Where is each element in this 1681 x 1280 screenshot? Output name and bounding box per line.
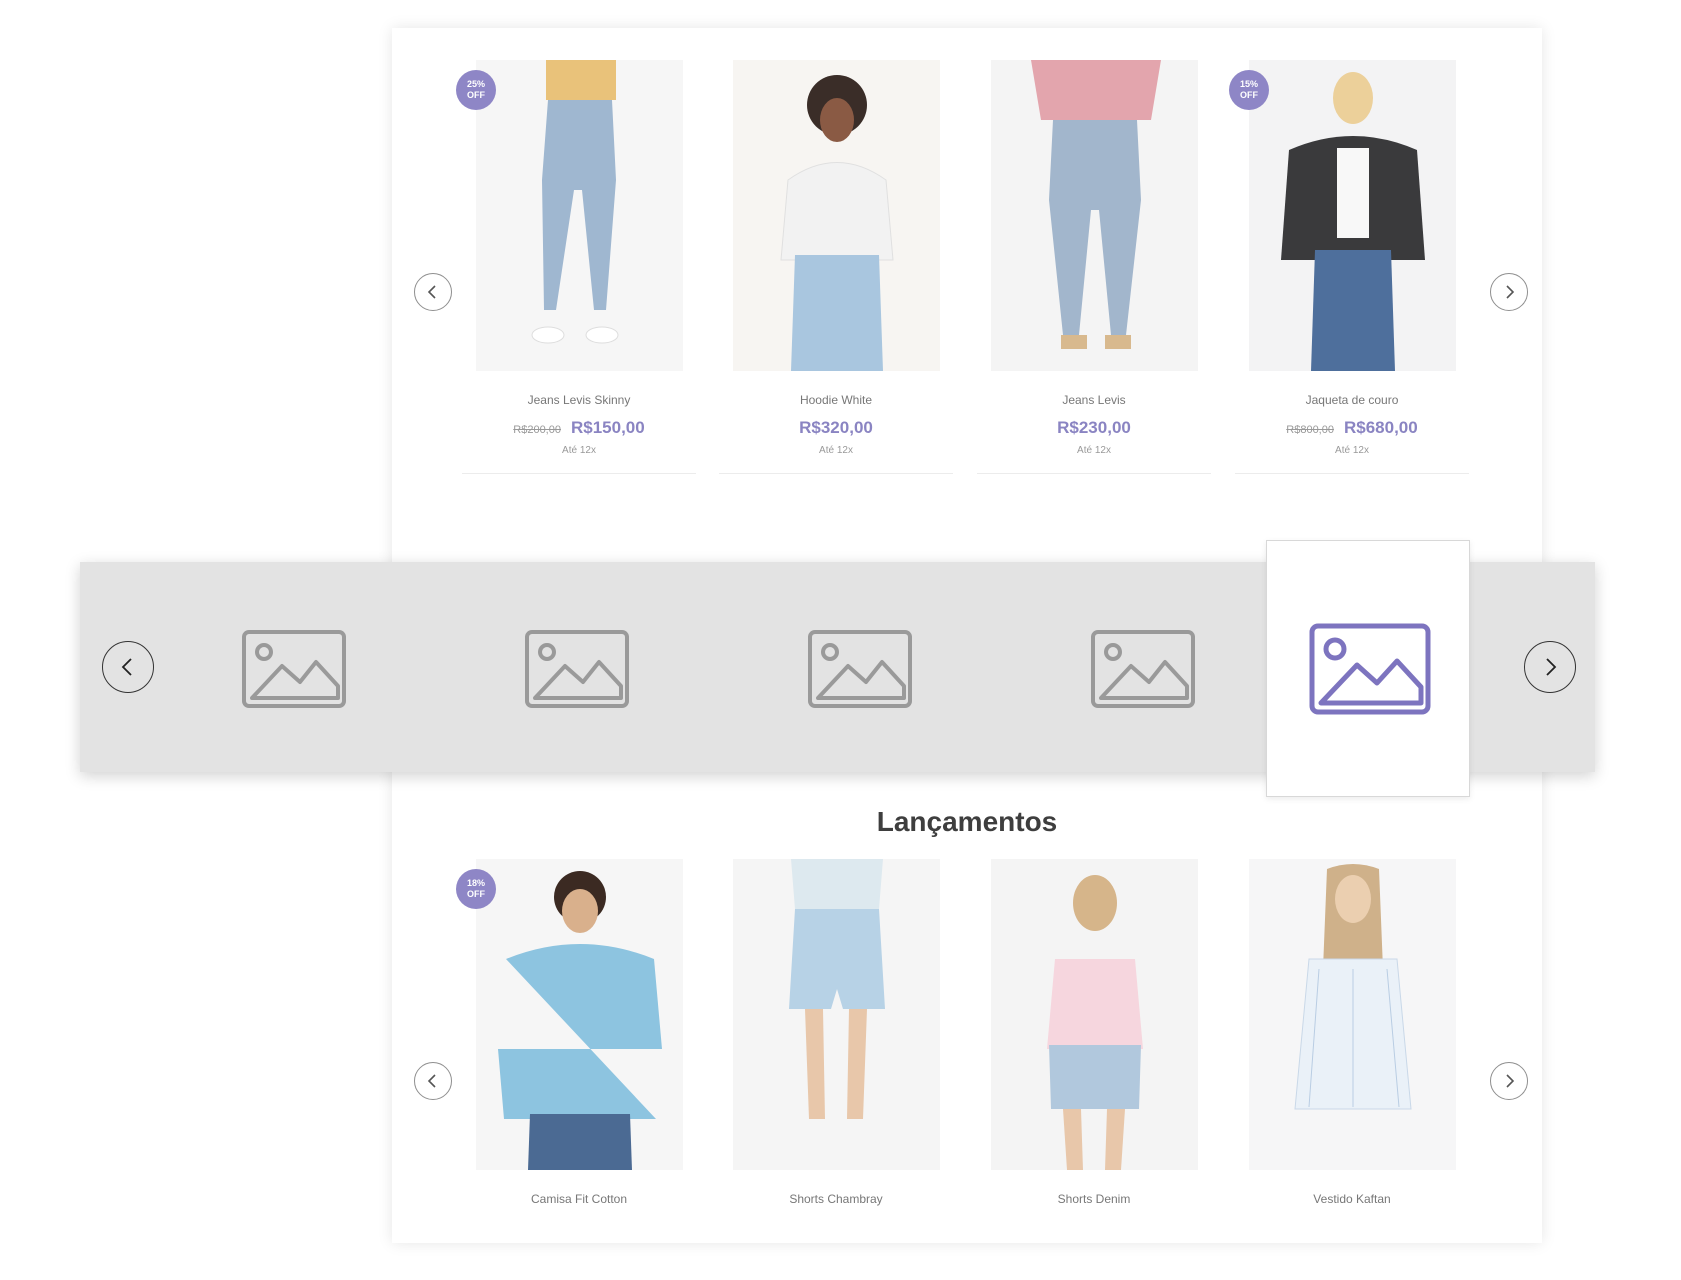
product-name[interactable]: Hoodie White bbox=[719, 393, 953, 407]
current-price: R$150,00 bbox=[570, 418, 645, 437]
product-image bbox=[991, 60, 1198, 371]
image-placeholder-icon bbox=[1091, 630, 1195, 708]
image-placeholder-icon bbox=[525, 630, 629, 708]
chevron-right-icon bbox=[1506, 285, 1515, 299]
current-price: R$320,00 bbox=[799, 418, 873, 437]
installments-text: Até 12x bbox=[562, 445, 596, 456]
product-photo[interactable] bbox=[476, 60, 683, 371]
product-image bbox=[733, 859, 940, 1170]
product-prices: R$230,00 bbox=[977, 418, 1211, 438]
product-photo[interactable] bbox=[733, 60, 940, 371]
installments-text: Até 12x bbox=[1077, 445, 1111, 456]
product-name[interactable]: Jaqueta de couro bbox=[1235, 393, 1469, 407]
banner-prev-button[interactable] bbox=[102, 641, 154, 693]
image-placeholder-icon bbox=[808, 630, 912, 708]
product-photo[interactable] bbox=[1249, 60, 1456, 371]
image-thumbnail-selected[interactable] bbox=[1266, 540, 1470, 797]
product-prices: R$200,00 R$150,00 bbox=[462, 418, 696, 438]
product-image bbox=[733, 60, 940, 371]
chevron-left-icon bbox=[427, 1074, 436, 1088]
banner-next-button[interactable] bbox=[1524, 641, 1576, 693]
discount-badge: 25% OFF bbox=[456, 70, 496, 110]
current-price: R$680,00 bbox=[1343, 418, 1418, 437]
image-thumbnail[interactable] bbox=[242, 630, 346, 708]
product-name[interactable]: Shorts Denim bbox=[977, 1192, 1211, 1206]
image-thumbnail[interactable] bbox=[1091, 630, 1195, 708]
card-divider bbox=[977, 473, 1211, 474]
product-name[interactable]: Camisa Fit Cotton bbox=[462, 1192, 696, 1206]
product-name[interactable]: Jeans Levis bbox=[977, 393, 1211, 407]
product-image bbox=[476, 859, 683, 1170]
product-photo[interactable] bbox=[1249, 859, 1456, 1170]
product-image bbox=[1249, 859, 1456, 1170]
product-prices: R$800,00 R$680,00 bbox=[1235, 418, 1469, 438]
top-carousel-prev-button[interactable] bbox=[414, 273, 452, 311]
product-image bbox=[1249, 60, 1456, 371]
image-placeholder-icon bbox=[1309, 623, 1431, 715]
image-thumbnail[interactable] bbox=[525, 630, 629, 708]
current-price: R$230,00 bbox=[1057, 418, 1131, 437]
product-name[interactable]: Vestido Kaftan bbox=[1235, 1192, 1469, 1206]
product-name[interactable]: Shorts Chambray bbox=[719, 1192, 953, 1206]
product-prices: R$320,00 bbox=[719, 418, 953, 438]
image-placeholder-icon bbox=[242, 630, 346, 708]
card-divider bbox=[1235, 473, 1469, 474]
old-price: R$800,00 bbox=[1286, 424, 1334, 436]
product-photo[interactable] bbox=[733, 859, 940, 1170]
card-divider bbox=[462, 473, 696, 474]
chevron-right-icon bbox=[1506, 1074, 1515, 1088]
product-photo[interactable] bbox=[991, 60, 1198, 371]
chevron-left-icon bbox=[121, 658, 132, 676]
product-photo[interactable] bbox=[991, 859, 1198, 1170]
installments-text: Até 12x bbox=[1335, 445, 1369, 456]
image-thumbnail[interactable] bbox=[808, 630, 912, 708]
product-photo[interactable] bbox=[476, 859, 683, 1170]
old-price: R$200,00 bbox=[513, 424, 561, 436]
card-divider bbox=[719, 473, 953, 474]
chevron-right-icon bbox=[1546, 658, 1557, 676]
discount-badge: 15% OFF bbox=[1229, 70, 1269, 110]
section-title-launches: Lançamentos bbox=[876, 806, 1058, 837]
top-carousel-next-button[interactable] bbox=[1490, 273, 1528, 311]
installments-text: Até 12x bbox=[819, 445, 853, 456]
product-name[interactable]: Jeans Levis Skinny bbox=[462, 393, 696, 407]
launches-carousel-prev-button[interactable] bbox=[414, 1062, 452, 1100]
product-image bbox=[476, 60, 683, 371]
chevron-left-icon bbox=[427, 285, 436, 299]
launches-carousel-next-button[interactable] bbox=[1490, 1062, 1528, 1100]
product-image bbox=[991, 859, 1198, 1170]
discount-badge: 18% OFF bbox=[456, 869, 496, 909]
